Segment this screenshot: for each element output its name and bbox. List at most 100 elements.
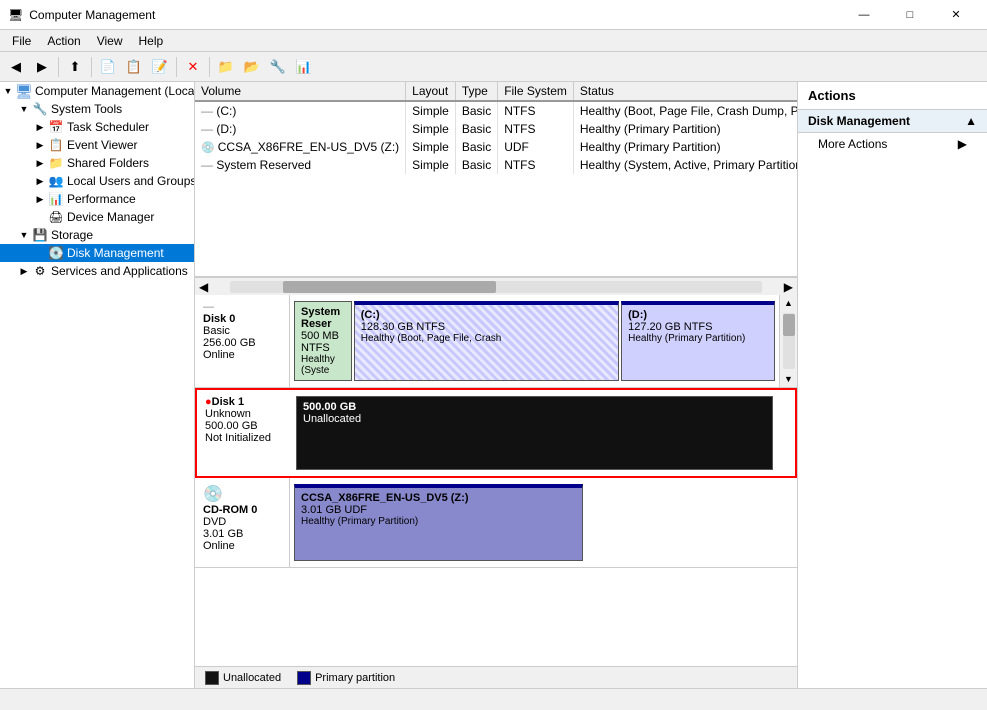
sidebar-item-services-apps[interactable]: ▶ ⚙ Services and Applications xyxy=(0,262,194,280)
legend-primary-box xyxy=(297,671,311,685)
actions-more-label: More Actions xyxy=(818,137,887,151)
expander-users[interactable]: ▶ xyxy=(32,173,48,189)
cdrive-status: Healthy (Boot, Page File, Crash xyxy=(361,333,612,344)
sidebar-item-event-viewer[interactable]: ▶ 📋 Event Viewer xyxy=(0,136,194,154)
ddrive-label: (D:) xyxy=(628,309,768,321)
sidebar-item-task-scheduler[interactable]: ▶ 📅 Task Scheduler xyxy=(0,118,194,136)
actions-more[interactable]: More Actions ▶ xyxy=(798,133,987,155)
expander-system-tools[interactable]: ▼ xyxy=(16,101,32,117)
menu-action[interactable]: Action xyxy=(39,32,88,50)
sidebar-root[interactable]: ▼ 🖥 Computer Management (Local xyxy=(0,82,194,100)
vscroll-down[interactable]: ▼ xyxy=(781,371,797,387)
title-bar: 🖥 Computer Management — □ ✕ xyxy=(0,0,987,30)
table-row[interactable]: — (C:) Simple Basic NTFS Healthy (Boot, … xyxy=(195,101,797,120)
toolbar-back[interactable]: ◀ xyxy=(4,55,28,79)
cdrom0-info: 💿 CD-ROM 0 DVD 3.01 GB Online xyxy=(195,478,290,567)
scroll-left-btn[interactable]: ◀ xyxy=(195,280,212,294)
toolbar-forward[interactable]: ▶ xyxy=(30,55,54,79)
sidebar-item-shared-folders[interactable]: ▶ 📁 Shared Folders xyxy=(0,154,194,172)
disk1-unallocated[interactable]: 500.00 GB Unallocated xyxy=(296,396,773,470)
toolbar-up[interactable]: ⬆ xyxy=(63,55,87,79)
expander-storage[interactable]: ▼ xyxy=(16,227,32,243)
legend-bar: Unallocated Primary partition xyxy=(195,666,797,688)
sidebar-users-label: Local Users and Groups xyxy=(67,174,195,188)
disk1-spacer xyxy=(777,390,795,476)
table-row[interactable]: 💿 CCSA_X86FRE_EN-US_DV5 (Z:) Simple Basi… xyxy=(195,138,797,156)
title-bar-controls: — □ ✕ xyxy=(841,0,979,30)
cell-fs: NTFS xyxy=(498,156,574,174)
col-status[interactable]: Status xyxy=(573,82,797,101)
toolbar-btn2[interactable]: 📋 xyxy=(122,55,146,79)
toolbar-btn5[interactable]: 📂 xyxy=(240,55,264,79)
sidebar-system-tools[interactable]: ▼ 🔧 System Tools xyxy=(0,100,194,118)
col-type[interactable]: Type xyxy=(455,82,497,101)
expander-root[interactable]: ▼ xyxy=(0,83,16,99)
legend-primary: Primary partition xyxy=(297,671,395,685)
sidebar: ▼ 🖥 Computer Management (Local ▼ 🔧 Syste… xyxy=(0,82,195,688)
disk-management-icon: 💽 xyxy=(48,245,64,261)
menu-file[interactable]: File xyxy=(4,32,39,50)
menu-view[interactable]: View xyxy=(89,32,131,50)
cd-label: CCSA_X86FRE_EN-US_DV5 (Z:) xyxy=(301,492,576,504)
sidebar-item-local-users[interactable]: ▶ 👥 Local Users and Groups xyxy=(0,172,194,190)
expander-shared[interactable]: ▶ xyxy=(32,155,48,171)
scroll-thumb xyxy=(283,281,496,293)
sysres-label: System Reser xyxy=(301,306,345,330)
toolbar-btn7[interactable]: 📊 xyxy=(292,55,316,79)
disk1-partitions: 500.00 GB Unallocated xyxy=(292,390,777,476)
sidebar-dev-label: Device Manager xyxy=(67,210,154,224)
content-area: Volume Layout Type File System Status — … xyxy=(195,82,797,688)
sidebar-item-disk-management[interactable]: ▶ 💽 Disk Management xyxy=(0,244,194,262)
toolbar-btn6[interactable]: 🔧 xyxy=(266,55,290,79)
cdrom0-row: 💿 CD-ROM 0 DVD 3.01 GB Online CCSA_X86FR… xyxy=(195,478,797,568)
expander-task[interactable]: ▶ xyxy=(32,119,48,135)
table-row[interactable]: — (D:) Simple Basic NTFS Healthy (Primar… xyxy=(195,120,797,138)
disk0-c-drive[interactable]: (C:) 128.30 GB NTFS Healthy (Boot, Page … xyxy=(354,301,619,381)
toolbar-btn3[interactable]: 📝 xyxy=(148,55,172,79)
cell-volume: 💿 CCSA_X86FRE_EN-US_DV5 (Z:) xyxy=(195,138,406,156)
computer-icon: 🖥 xyxy=(16,83,32,99)
task-scheduler-icon: 📅 xyxy=(48,119,64,135)
actions-disk-management-section[interactable]: Disk Management ▲ xyxy=(798,110,987,133)
col-layout[interactable]: Layout xyxy=(406,82,456,101)
col-filesystem[interactable]: File System xyxy=(498,82,574,101)
sidebar-item-storage[interactable]: ▼ 💾 Storage xyxy=(0,226,194,244)
disk0-partitions: System Reser 500 MB NTFS Healthy (Syste … xyxy=(290,295,779,387)
close-button[interactable]: ✕ xyxy=(933,0,979,30)
sidebar-item-device-manager[interactable]: ▶ 🖨 Device Manager xyxy=(0,208,194,226)
toolbar-show-hide[interactable]: 📄 xyxy=(96,55,120,79)
disk0-vscroll[interactable]: ▲ ▼ xyxy=(779,295,797,387)
toolbar-delete[interactable]: ✕ xyxy=(181,55,205,79)
expander-event[interactable]: ▶ xyxy=(32,137,48,153)
menu-help[interactable]: Help xyxy=(131,32,172,50)
cell-fs: NTFS xyxy=(498,101,574,120)
actions-panel: Actions Disk Management ▲ More Actions ▶ xyxy=(797,82,987,688)
expander-svc[interactable]: ▶ xyxy=(16,263,32,279)
system-tools-icon: 🔧 xyxy=(32,101,48,117)
disk0-system-res[interactable]: System Reser 500 MB NTFS Healthy (Syste xyxy=(294,301,352,381)
cell-volume: — (D:) xyxy=(195,120,406,138)
cell-type: Basic xyxy=(455,101,497,120)
horizontal-scrollbar[interactable]: ◀ ▶ xyxy=(195,277,797,295)
cell-status: Healthy (System, Active, Primary Partiti… xyxy=(573,156,797,174)
col-volume[interactable]: Volume xyxy=(195,82,406,101)
toolbar-sep4 xyxy=(209,57,210,77)
maximize-button[interactable]: □ xyxy=(887,0,933,30)
app-icon: 🖥 xyxy=(8,8,23,22)
sidebar-root-label: Computer Management (Local xyxy=(35,84,195,98)
vscroll-thumb xyxy=(783,314,795,336)
vscroll-up[interactable]: ▲ xyxy=(781,295,797,311)
minimize-button[interactable]: — xyxy=(841,0,887,30)
scroll-right-btn[interactable]: ▶ xyxy=(780,280,797,294)
toolbar-btn4[interactable]: 📁 xyxy=(214,55,238,79)
menu-bar: File Action View Help xyxy=(0,30,987,52)
sidebar-item-performance[interactable]: ▶ 📊 Performance xyxy=(0,190,194,208)
services-icon: ⚙ xyxy=(32,263,48,279)
expander-perf[interactable]: ▶ xyxy=(32,191,48,207)
table-row[interactable]: — System Reserved Simple Basic NTFS Heal… xyxy=(195,156,797,174)
scroll-track[interactable] xyxy=(230,281,762,293)
performance-icon: 📊 xyxy=(48,191,64,207)
disk0-d-drive[interactable]: (D:) 127.20 GB NTFS Healthy (Primary Par… xyxy=(621,301,775,381)
cdrom0-partition[interactable]: CCSA_X86FRE_EN-US_DV5 (Z:) 3.01 GB UDF H… xyxy=(294,484,583,561)
vscroll-track xyxy=(783,313,795,369)
